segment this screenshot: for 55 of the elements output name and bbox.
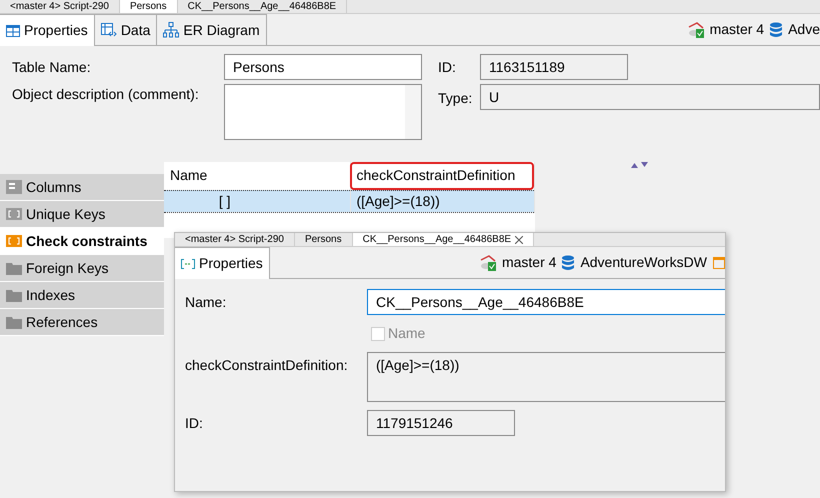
editor-tab[interactable]: CK__Persons__Age__46486B8E: [178, 0, 348, 13]
folder-icon: [6, 288, 22, 302]
collapse-arrows-icon: [630, 162, 650, 168]
branch-label[interactable]: master 4: [502, 252, 556, 273]
database-icon: [770, 22, 782, 38]
definition-field[interactable]: ([Age]>=(18)): [367, 352, 725, 402]
view-tab[interactable]: Properties: [175, 247, 270, 279]
editor-tab[interactable]: CK__Persons__Age__46486B8E: [352, 233, 534, 246]
column-header[interactable]: checkConstraintDefinition: [350, 162, 534, 190]
field-label: Type:: [438, 88, 474, 108]
section-item[interactable]: Columns: [0, 174, 164, 201]
section-item[interactable]: Indexes: [0, 282, 164, 309]
list-icon: [6, 180, 22, 194]
section-item[interactable]: Unique Keys: [0, 201, 164, 228]
editor-tab[interactable]: <master 4> Script-290: [175, 233, 295, 246]
name-field[interactable]: CK__Persons__Age__46486B8E: [367, 289, 725, 315]
field-label: ID:: [438, 58, 457, 76]
diagram-icon: [163, 22, 180, 38]
table-icon: [713, 256, 725, 268]
branch-icon: [688, 22, 704, 38]
field-label: checkConstraintDefinition:: [185, 356, 349, 375]
view-tab[interactable]: ER Diagram: [157, 14, 267, 45]
table-cell: [ ]: [164, 190, 350, 212]
field-label: Table Name:: [12, 58, 92, 76]
section-item[interactable]: Foreign Keys: [0, 255, 164, 282]
section-item[interactable]: Check constraints: [0, 228, 164, 255]
table-icon: [6, 24, 20, 36]
checkbox-label: Name: [388, 324, 426, 343]
view-tab[interactable]: Properties: [0, 14, 95, 46]
field-label: ID:: [185, 414, 204, 433]
id-field: 1163151189: [480, 54, 628, 80]
scrollbar[interactable]: [405, 84, 421, 138]
table-name-field[interactable]: Persons: [224, 54, 422, 80]
close-icon: [515, 236, 524, 244]
database-label[interactable]: AdventureWorksDW: [580, 252, 707, 273]
section-item[interactable]: References: [0, 309, 164, 336]
database-label[interactable]: Adve: [788, 19, 820, 40]
bracket-icon: [181, 258, 195, 268]
bracket-icon: [6, 235, 22, 247]
view-tab[interactable]: Data: [94, 14, 158, 45]
folder-icon: [6, 316, 22, 328]
branch-icon: [480, 254, 496, 270]
field-label: Object description (comment):: [12, 84, 200, 104]
editor-tab[interactable]: Persons: [120, 0, 178, 13]
bracket-icon: [6, 208, 22, 220]
id-field: 1179151246: [367, 410, 515, 436]
field-label: Name:: [185, 293, 228, 312]
folder-icon: [6, 262, 22, 274]
description-field[interactable]: [224, 84, 422, 140]
type-field: U: [480, 84, 820, 110]
database-icon: [562, 254, 574, 270]
table-cell: ([Age]>=(18)): [350, 190, 534, 212]
branch-label[interactable]: master 4: [710, 19, 764, 40]
column-header[interactable]: Name: [164, 162, 350, 190]
table-icon: [100, 23, 117, 37]
